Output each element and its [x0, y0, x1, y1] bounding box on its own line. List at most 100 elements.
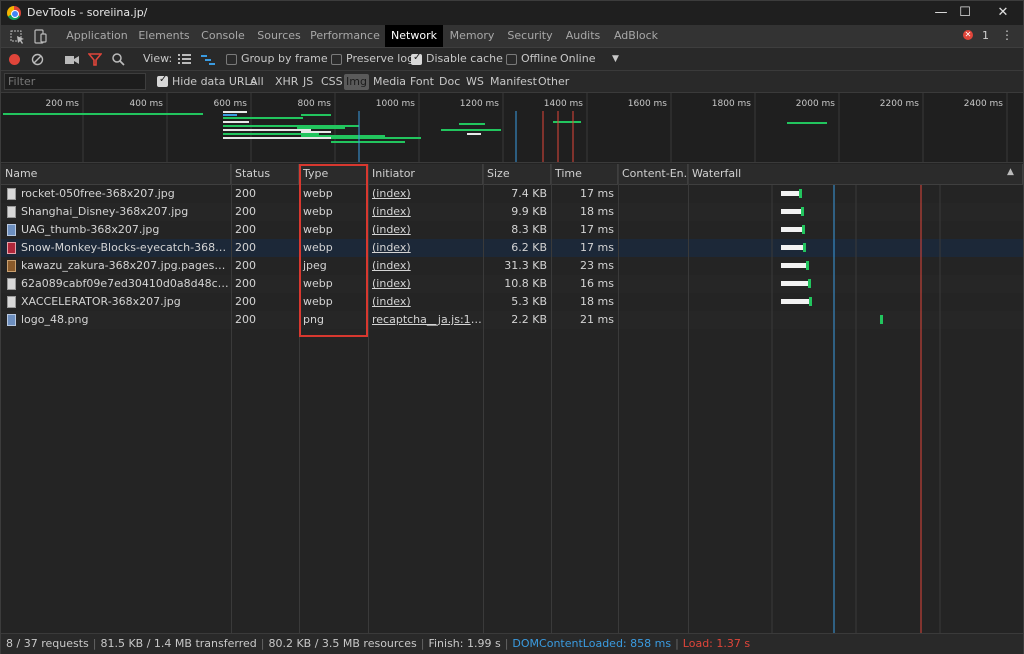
filter-type-other[interactable]: Other [537, 74, 570, 90]
tab-security[interactable]: Security [504, 25, 556, 47]
load-time: Load: 1.37 s [682, 637, 751, 650]
image-file-icon [7, 188, 16, 200]
overview-tick-label: 1200 ms [460, 99, 500, 109]
overview-request-bar [489, 129, 501, 131]
error-icon[interactable]: ✕ [963, 30, 973, 40]
cell-size: 9.9 KB [511, 205, 547, 218]
chevron-down-icon[interactable]: ▼ [612, 48, 619, 70]
tab-sources[interactable]: Sources [253, 25, 305, 47]
cell-name[interactable]: XACCELERATOR-368x207.jpg [17, 293, 229, 311]
cell-initiator[interactable]: (index) [368, 185, 483, 203]
close-button[interactable]: ✕ [983, 1, 1023, 25]
image-file-icon [7, 296, 16, 308]
column-divider [231, 164, 232, 633]
column-header-type[interactable]: Type [299, 164, 368, 184]
network-overview-timeline[interactable]: 200 ms 400 ms 600 ms 800 ms 1000 ms 1200 ms 14… [1, 93, 1023, 163]
overview-waterfall-icon[interactable] [201, 54, 215, 65]
filter-type-css[interactable]: CSS [320, 74, 344, 90]
cell-name[interactable]: Snow-Monkey-Blocks-eyecatch-368x207.jpg [17, 239, 229, 257]
cell-name[interactable]: UAG_thumb-368x207.jpg [17, 221, 229, 239]
column-header-content-en[interactable]: Content-En... [618, 164, 688, 184]
cell-initiator[interactable]: (index) [368, 275, 483, 293]
group-by-frame-checkbox[interactable] [226, 54, 237, 65]
inspect-element-icon[interactable] [9, 28, 27, 45]
filter-type-ws[interactable]: WS [465, 74, 485, 90]
record-icon[interactable] [8, 53, 21, 66]
tab-application[interactable]: Application [63, 25, 131, 47]
overview-request-bar [223, 111, 247, 113]
search-icon[interactable] [112, 53, 125, 66]
hide-data-urls-checkbox[interactable] [157, 74, 168, 87]
cell-initiator[interactable]: (index) [368, 293, 483, 311]
cell-initiator[interactable]: (index) [368, 221, 483, 239]
screenshot-camera-icon[interactable] [65, 54, 79, 65]
offline-checkbox[interactable] [506, 54, 517, 65]
cell-name[interactable]: kawazu_zakura-368x207.jpg.pagespeed.ce..… [17, 257, 229, 275]
column-header-size[interactable]: Size [483, 164, 551, 184]
preserve-log-label[interactable]: Preserve log [346, 48, 414, 70]
hide-data-urls-label[interactable]: Hide data URLs [171, 74, 257, 90]
filter-type-font[interactable]: Font [409, 74, 435, 90]
overview-tick-label: 800 ms [298, 99, 332, 109]
tab-memory[interactable]: Memory [445, 25, 499, 47]
overview-request-bar [467, 133, 481, 135]
maximize-button[interactable]: ☐ [945, 1, 985, 25]
column-header-initiator[interactable]: Initiator [368, 164, 483, 184]
cell-size: 31.3 KB [504, 259, 547, 272]
more-menu-icon[interactable]: ⋮ [1001, 28, 1013, 42]
overview-tick-label: 600 ms [214, 99, 248, 109]
filter-type-doc[interactable]: Doc [438, 74, 461, 90]
column-divider [483, 164, 484, 633]
tab-performance[interactable]: Performance [309, 25, 381, 47]
cell-initiator[interactable]: (index) [368, 257, 483, 275]
column-divider [618, 164, 619, 633]
overview-request-bar [553, 121, 581, 123]
column-header-name[interactable]: Name [1, 164, 231, 184]
cell-initiator[interactable]: (index) [368, 239, 483, 257]
overview-tick-label: 2000 ms [796, 99, 836, 109]
column-header-status[interactable]: Status [231, 164, 299, 184]
cell-name[interactable]: 62a089cabf09e7ed30410d0a8d48c357-368... [17, 275, 229, 293]
tab-audits[interactable]: Audits [561, 25, 605, 47]
filter-type-xhr[interactable]: XHR [274, 74, 299, 90]
tab-console[interactable]: Console [197, 25, 249, 47]
column-divider [688, 164, 689, 633]
status-bar: 8 / 37 requests | 81.5 KB / 1.4 MB transfe… [1, 633, 1023, 654]
disable-cache-label[interactable]: Disable cache [426, 48, 503, 70]
error-count[interactable]: 1 [982, 29, 989, 42]
waterfall-lines [771, 185, 941, 633]
disable-cache-checkbox[interactable] [411, 52, 422, 65]
cell-status: 200 [235, 241, 256, 254]
resources-size: 80.2 KB / 3.5 MB resources [268, 637, 417, 650]
offline-label[interactable]: Offline [521, 48, 557, 70]
group-by-frame-label[interactable]: Group by frame [241, 48, 328, 70]
filter-input[interactable] [4, 73, 146, 90]
filter-type-img[interactable]: Img [344, 74, 369, 90]
cell-name[interactable]: rocket-050free-368x207.jpg [17, 185, 229, 203]
cell-name[interactable]: Shanghai_Disney-368x207.jpg [17, 203, 229, 221]
filter-type-media[interactable]: Media [372, 74, 407, 90]
overview-tick-label: 200 ms [46, 99, 80, 109]
cell-initiator[interactable]: (index) [368, 203, 483, 221]
preserve-log-checkbox[interactable] [331, 54, 342, 65]
clear-icon[interactable] [31, 53, 44, 66]
filter-type-manifest[interactable]: Manifest [489, 74, 538, 90]
cell-type: png [303, 313, 324, 326]
filter-type-all[interactable]: All [249, 74, 265, 90]
cell-initiator[interactable]: recaptcha__ja.js:186 [368, 311, 483, 329]
cell-time: 17 ms [580, 187, 614, 200]
filter-type-js[interactable]: JS [302, 74, 314, 90]
column-divider [299, 164, 300, 633]
cell-name[interactable]: logo_48.png [17, 311, 229, 329]
view-label: View: [143, 52, 173, 65]
tab-elements[interactable]: Elements [135, 25, 193, 47]
filter-funnel-icon[interactable] [88, 53, 102, 66]
tab-network[interactable]: Network [385, 25, 443, 47]
column-header-time[interactable]: Time [551, 164, 618, 184]
overview-tick-label: 1000 ms [376, 99, 416, 109]
overview-request-bar [223, 121, 249, 123]
large-rows-icon[interactable] [178, 54, 191, 65]
tab-adblock[interactable]: AdBlock [610, 25, 662, 47]
throttling-select[interactable]: Online [560, 48, 595, 70]
device-toolbar-icon[interactable] [31, 28, 49, 45]
